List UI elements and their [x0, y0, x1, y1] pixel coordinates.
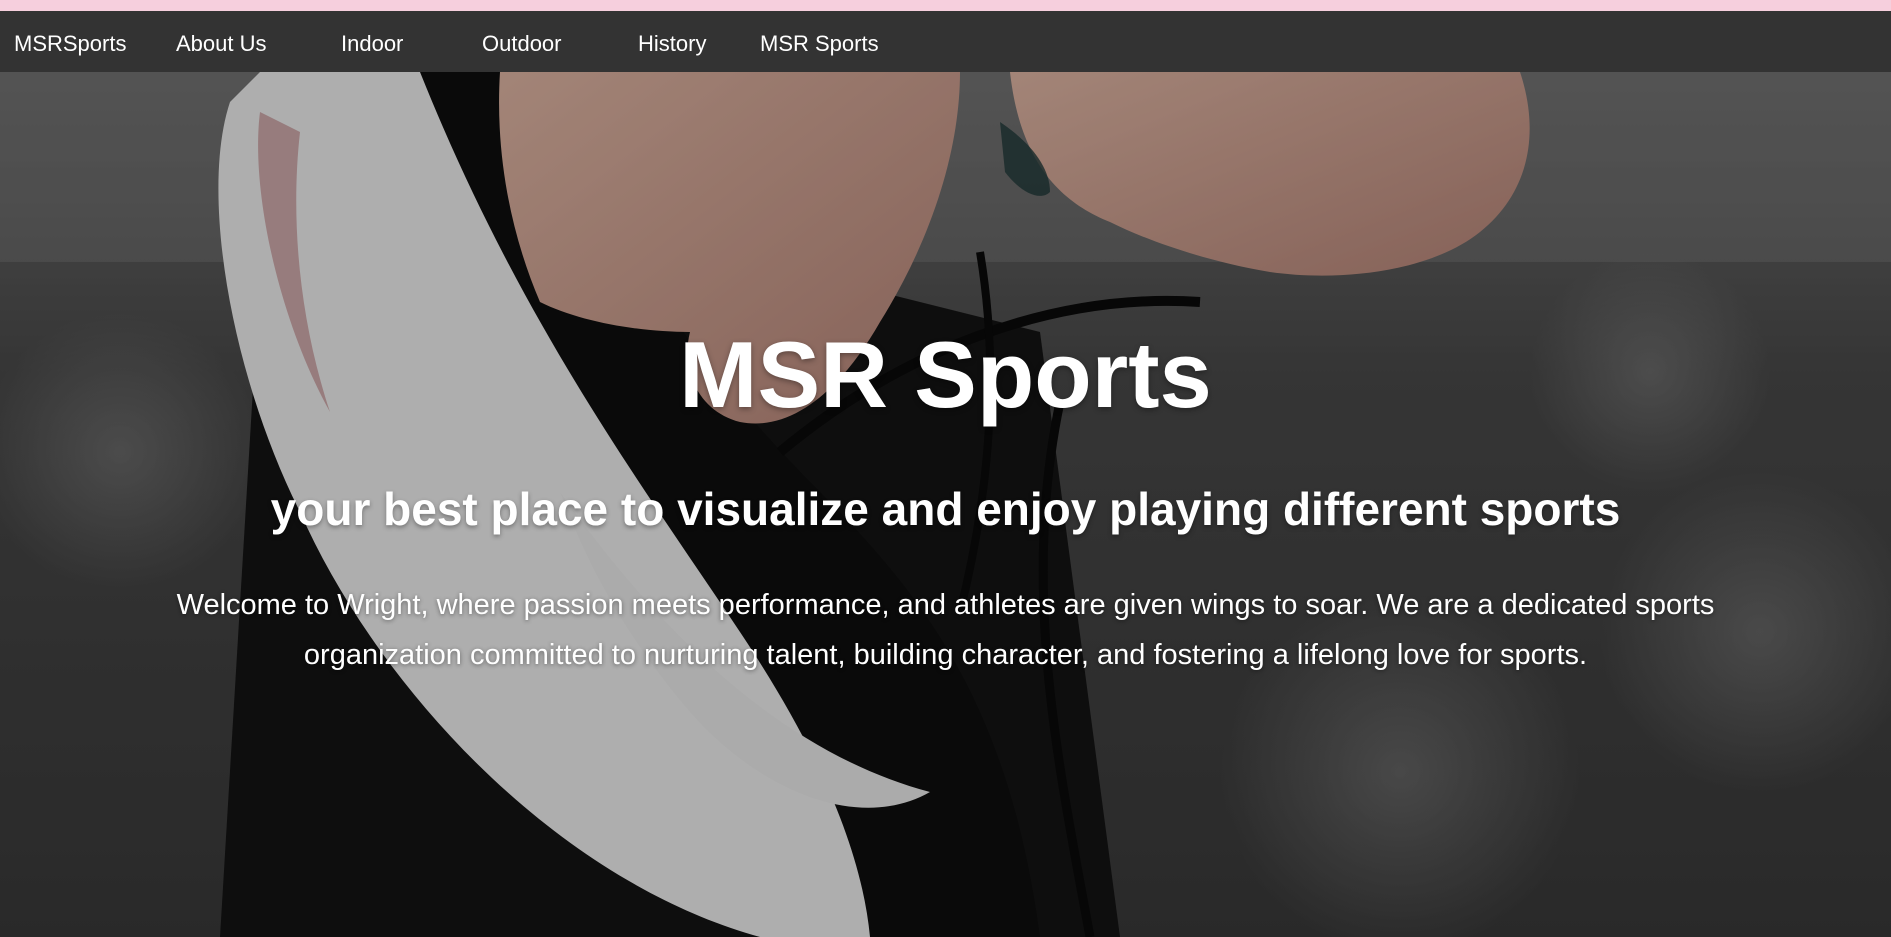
nav-brand-link[interactable]: MSRSports	[14, 33, 126, 55]
nav-item-about-us[interactable]: About Us	[176, 33, 267, 55]
hero-description: Welcome to Wright, where passion meets p…	[176, 589, 1715, 671]
top-accent-strip	[0, 0, 1891, 11]
top-navbar: MSRSports About Us Indoor Outdoor Histor…	[0, 11, 1891, 72]
nav-item-indoor[interactable]: Indoor	[341, 33, 403, 55]
nav-item-history[interactable]: History	[638, 33, 706, 55]
hero-section: MSR Sports your best place to visualize …	[0, 72, 1891, 937]
nav-item-msr-sports[interactable]: MSR Sports	[760, 33, 879, 55]
hero-subtitle: your best place to visualize and enjoy p…	[270, 483, 1621, 536]
hero-title: MSR Sports	[679, 321, 1212, 427]
nav-item-outdoor[interactable]: Outdoor	[482, 33, 562, 55]
